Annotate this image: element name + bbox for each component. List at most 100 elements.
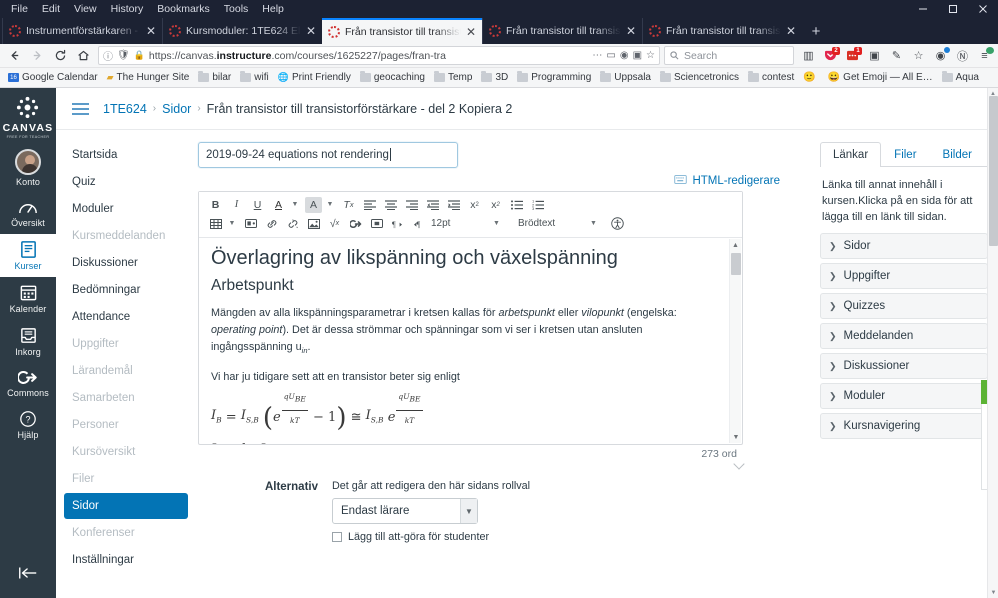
browser-tab-1[interactable]: Instrumentförstärkaren - steg f… ✕ <box>2 18 162 44</box>
tracking-shield-icon[interactable]: 🛡 <box>117 50 130 61</box>
image-button[interactable] <box>305 216 322 232</box>
accordion-meddelanden[interactable]: ❯ Meddelanden <box>820 323 988 349</box>
align-right-button[interactable] <box>403 197 420 213</box>
tab-close-icon[interactable]: ✕ <box>626 25 636 37</box>
pocket-icon[interactable]: 2 <box>820 46 841 66</box>
accordion-sidor[interactable]: ❯ Sidor <box>820 233 988 259</box>
page-info-icon[interactable]: ⓘ <box>103 48 113 63</box>
zotero-icon[interactable]: ▣ <box>633 50 642 61</box>
menu-help[interactable]: Help <box>255 1 291 18</box>
numbered-list-button[interactable]: 123 <box>529 197 546 213</box>
menu-edit[interactable]: Edit <box>35 1 67 18</box>
url-bar[interactable]: ⓘ 🛡 🔒 https://canvas.instructure.com/cou… <box>98 46 660 65</box>
coursenav-item-moduler[interactable]: Moduler <box>64 196 188 222</box>
ltr-direction-button[interactable]: ¶ <box>389 216 406 232</box>
bookmark-item[interactable]: 16 Google Calendar <box>4 71 102 84</box>
bookmark-item[interactable]: Programming <box>513 71 595 84</box>
video-button[interactable] <box>368 216 385 232</box>
sidebar-icon[interactable]: ▣ <box>864 46 885 66</box>
library-icon[interactable]: ▥ <box>798 46 819 66</box>
menu-file[interactable]: File <box>4 1 35 18</box>
globalnav-item-oversikt[interactable]: Översikt <box>0 193 56 234</box>
accordion-moduler[interactable]: ❯ Moduler <box>820 383 988 409</box>
highlight-chevron-down-icon[interactable]: ▼ <box>326 197 334 213</box>
bookmark-item[interactable]: contest <box>744 71 798 84</box>
unlink-button[interactable] <box>284 216 301 232</box>
pocket-save-icon[interactable]: ◉ <box>620 50 629 61</box>
forward-icon[interactable] <box>26 46 48 66</box>
coursenav-item-samarbeten[interactable]: Samarbeten <box>64 385 188 411</box>
bookmark-item[interactable]: Sciencetronics <box>656 71 743 84</box>
bookmark-item[interactable]: wifi <box>236 71 272 84</box>
editor-resize-handle[interactable] <box>733 458 745 470</box>
breadcrumb-section[interactable]: Sidor <box>162 102 191 116</box>
maximize-icon[interactable] <box>938 0 968 18</box>
coursenav-item-personer[interactable]: Personer <box>64 412 188 438</box>
new-tab-button[interactable]: + <box>802 18 830 44</box>
canvas-logo[interactable]: CANVAS FREE FOR TEACHER <box>3 95 54 139</box>
globalnav-item-konto[interactable]: Konto <box>0 143 56 193</box>
page-scroll-down-icon[interactable]: ▼ <box>988 587 998 598</box>
coursenav-item-quiz[interactable]: Quiz <box>64 169 188 195</box>
addon-icon[interactable]: 1 <box>842 46 863 66</box>
external-tool-button[interactable] <box>347 216 364 232</box>
accordion-kursnavigering[interactable]: ❯ Kursnavigering <box>820 413 988 439</box>
text-color-chevron-down-icon[interactable]: ▼ <box>291 197 299 213</box>
html-editor-link[interactable]: HTML-redigerare <box>674 175 780 187</box>
bookmark-item[interactable]: 3D <box>477 71 512 84</box>
page-title-input[interactable]: 2019-09-24 equations not rendering <box>198 142 458 168</box>
tab-filer[interactable]: Filer <box>881 142 929 166</box>
globalnav-item-hjalp[interactable]: ? Hjälp <box>0 404 56 446</box>
outdent-button[interactable] <box>424 197 441 213</box>
more-icon[interactable]: ⋯ <box>592 50 602 61</box>
globalnav-item-commons[interactable]: Commons <box>0 363 56 404</box>
breadcrumb-course[interactable]: 1TE624 <box>103 102 147 116</box>
media-button[interactable] <box>242 216 259 232</box>
course-nav-toggle-icon[interactable] <box>72 102 89 115</box>
coursenav-item-bedomningar[interactable]: Bedömningar <box>64 277 188 303</box>
clear-formatting-button[interactable]: Tx <box>340 197 357 213</box>
scrollbar-thumb[interactable] <box>731 253 741 275</box>
roles-select[interactable]: Endast lärare ▼ <box>332 498 478 524</box>
font-size-select[interactable]: 12pt ▼ <box>431 218 500 229</box>
subscript-button[interactable]: x2 <box>487 197 504 213</box>
scroll-up-icon[interactable]: ▲ <box>730 239 741 251</box>
underline-button[interactable]: U <box>249 197 266 213</box>
coursenav-item-diskussioner[interactable]: Diskussioner <box>64 250 188 276</box>
coursenav-item-kursoversikt[interactable]: Kursöversikt <box>64 439 188 465</box>
bookmark-star-icon[interactable]: ☆ <box>908 46 929 66</box>
editor-content-area[interactable]: Överlagring av likspänning och växelspän… <box>199 238 742 444</box>
highlight-color-button[interactable]: A <box>305 196 322 213</box>
bullet-list-button[interactable] <box>508 197 525 213</box>
bookmark-star-icon[interactable]: ☆ <box>646 50 655 61</box>
account-icon[interactable]: ◉ <box>930 46 951 66</box>
close-icon[interactable] <box>968 0 998 18</box>
coursenav-item-filer[interactable]: Filer <box>64 466 188 492</box>
table-button[interactable] <box>207 216 224 232</box>
coursenav-item-startsida[interactable]: Startsida <box>64 142 188 168</box>
browser-tab-5[interactable]: Från transistor till transistorförs… ✕ <box>642 18 802 44</box>
tab-close-icon[interactable]: ✕ <box>786 25 796 37</box>
bold-button[interactable]: B <box>207 197 224 213</box>
bookmark-item[interactable]: 🌐 Print Friendly <box>274 71 355 84</box>
table-chevron-down-icon[interactable]: ▼ <box>228 216 236 232</box>
coursenav-item-installningar[interactable]: Inställningar <box>64 547 188 573</box>
link-button[interactable] <box>263 216 280 232</box>
search-bar[interactable]: Search <box>664 46 794 65</box>
menu-tools[interactable]: Tools <box>217 1 256 18</box>
globalnav-item-kurser[interactable]: Kurser <box>0 234 56 277</box>
collapse-nav-icon[interactable] <box>0 566 56 580</box>
bookmark-item[interactable]: 😀 Get Emoji — All E… <box>824 71 937 84</box>
menu-view[interactable]: View <box>67 1 104 18</box>
tab-bilder[interactable]: Bilder <box>930 142 985 166</box>
bookmark-item[interactable]: 🙂 <box>799 71 822 84</box>
rtl-direction-button[interactable]: ¶ <box>410 216 427 232</box>
align-center-button[interactable] <box>382 197 399 213</box>
browser-tab-2[interactable]: Kursmoduler: 1TE624 Elektronik ✕ <box>162 18 322 44</box>
page-scrollbar[interactable]: ▲ ▼ <box>987 88 998 598</box>
tab-close-icon[interactable]: ✕ <box>146 25 156 37</box>
coursenav-item-konferenser[interactable]: Konferenser <box>64 520 188 546</box>
accordion-uppgifter[interactable]: ❯ Uppgifter <box>820 263 988 289</box>
bookmark-item[interactable]: Temp <box>430 71 476 84</box>
tab-close-icon[interactable]: ✕ <box>306 25 316 37</box>
